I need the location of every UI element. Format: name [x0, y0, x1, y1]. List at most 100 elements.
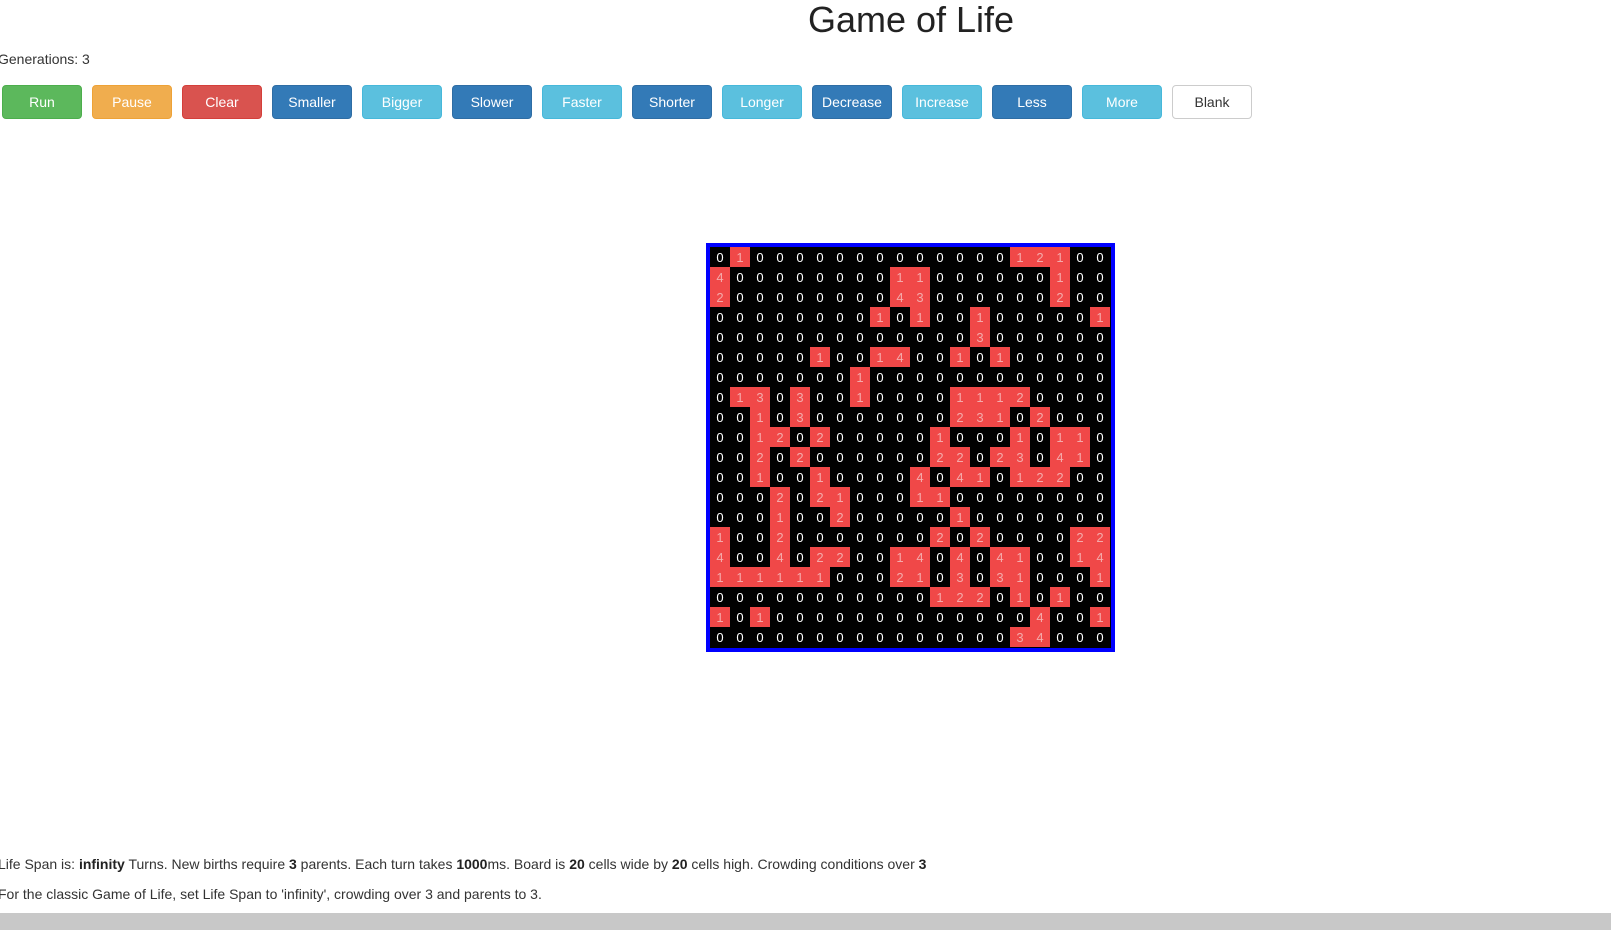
cell-dead[interactable]: 0 — [730, 347, 750, 367]
cell-dead[interactable]: 0 — [930, 287, 950, 307]
cell-dead[interactable]: 0 — [1010, 507, 1030, 527]
cell-dead[interactable]: 0 — [790, 527, 810, 547]
cell-alive[interactable]: 1 — [770, 507, 790, 527]
cell-dead[interactable]: 0 — [1070, 567, 1090, 587]
cell-dead[interactable]: 0 — [710, 447, 730, 467]
cell-dead[interactable]: 0 — [870, 607, 890, 627]
cell-dead[interactable]: 0 — [830, 327, 850, 347]
cell-alive[interactable]: 3 — [1010, 627, 1030, 647]
bigger-button[interactable]: Bigger — [362, 85, 442, 119]
cell-dead[interactable]: 0 — [1090, 507, 1110, 527]
cell-dead[interactable]: 0 — [990, 287, 1010, 307]
cell-alive[interactable]: 1 — [870, 307, 890, 327]
run-button[interactable]: Run — [2, 85, 82, 119]
cell-dead[interactable]: 0 — [730, 447, 750, 467]
cell-dead[interactable]: 0 — [870, 327, 890, 347]
cell-dead[interactable]: 0 — [970, 507, 990, 527]
cell-dead[interactable]: 0 — [1070, 247, 1090, 267]
cell-dead[interactable]: 0 — [870, 447, 890, 467]
cell-dead[interactable]: 0 — [750, 527, 770, 547]
cell-dead[interactable]: 0 — [790, 607, 810, 627]
cell-dead[interactable]: 0 — [790, 587, 810, 607]
cell-dead[interactable]: 0 — [730, 627, 750, 647]
cell-alive[interactable]: 1 — [890, 267, 910, 287]
cell-dead[interactable]: 0 — [830, 607, 850, 627]
cell-dead[interactable]: 0 — [750, 287, 770, 307]
cell-dead[interactable]: 0 — [910, 447, 930, 467]
cell-dead[interactable]: 0 — [850, 527, 870, 547]
cell-dead[interactable]: 0 — [790, 507, 810, 527]
cell-alive[interactable]: 1 — [810, 347, 830, 367]
cell-dead[interactable]: 0 — [950, 367, 970, 387]
cell-dead[interactable]: 0 — [970, 547, 990, 567]
cell-alive[interactable]: 1 — [990, 407, 1010, 427]
cell-dead[interactable]: 0 — [890, 407, 910, 427]
cell-alive[interactable]: 1 — [910, 487, 930, 507]
cell-dead[interactable]: 0 — [1050, 347, 1070, 367]
cell-dead[interactable]: 0 — [770, 307, 790, 327]
cell-dead[interactable]: 0 — [1010, 307, 1030, 327]
cell-alive[interactable]: 3 — [790, 407, 810, 427]
cell-alive[interactable]: 4 — [890, 347, 910, 367]
cell-dead[interactable]: 0 — [950, 487, 970, 507]
cell-dead[interactable]: 0 — [730, 307, 750, 327]
cell-dead[interactable]: 0 — [830, 447, 850, 467]
cell-dead[interactable]: 0 — [990, 327, 1010, 347]
cell-alive[interactable]: 3 — [790, 387, 810, 407]
cell-dead[interactable]: 0 — [1090, 327, 1110, 347]
cell-dead[interactable]: 0 — [910, 327, 930, 347]
cell-dead[interactable]: 0 — [870, 407, 890, 427]
cell-dead[interactable]: 0 — [770, 247, 790, 267]
cell-dead[interactable]: 0 — [730, 407, 750, 427]
cell-dead[interactable]: 0 — [1010, 527, 1030, 547]
blank-button[interactable]: Blank — [1172, 85, 1252, 119]
cell-dead[interactable]: 0 — [1030, 387, 1050, 407]
cell-alive[interactable]: 4 — [890, 287, 910, 307]
cell-dead[interactable]: 0 — [790, 547, 810, 567]
cell-dead[interactable]: 0 — [970, 627, 990, 647]
cell-alive[interactable]: 2 — [1030, 247, 1050, 267]
cell-dead[interactable]: 0 — [850, 407, 870, 427]
cell-dead[interactable]: 0 — [1090, 427, 1110, 447]
cell-dead[interactable]: 0 — [750, 327, 770, 347]
cell-alive[interactable]: 1 — [970, 467, 990, 487]
cell-dead[interactable]: 0 — [830, 347, 850, 367]
cell-dead[interactable]: 0 — [910, 387, 930, 407]
cell-alive[interactable]: 1 — [1010, 467, 1030, 487]
cell-dead[interactable]: 0 — [930, 407, 950, 427]
cell-dead[interactable]: 0 — [1030, 327, 1050, 347]
cell-dead[interactable]: 0 — [1070, 507, 1090, 527]
cell-dead[interactable]: 0 — [890, 587, 910, 607]
cell-dead[interactable]: 0 — [910, 527, 930, 547]
cell-dead[interactable]: 0 — [830, 387, 850, 407]
cell-dead[interactable]: 0 — [970, 247, 990, 267]
cell-dead[interactable]: 0 — [1050, 507, 1070, 527]
cell-dead[interactable]: 0 — [890, 467, 910, 487]
cell-dead[interactable]: 0 — [1030, 587, 1050, 607]
cell-dead[interactable]: 0 — [1070, 287, 1090, 307]
cell-dead[interactable]: 0 — [710, 247, 730, 267]
cell-dead[interactable]: 0 — [950, 247, 970, 267]
cell-alive[interactable]: 3 — [990, 567, 1010, 587]
cell-alive[interactable]: 1 — [870, 347, 890, 367]
cell-alive[interactable]: 1 — [1050, 267, 1070, 287]
cell-alive[interactable]: 2 — [810, 487, 830, 507]
increase-button[interactable]: Increase — [902, 85, 982, 119]
cell-alive[interactable]: 2 — [770, 487, 790, 507]
cell-alive[interactable]: 2 — [810, 547, 830, 567]
cell-alive[interactable]: 1 — [850, 387, 870, 407]
cell-dead[interactable]: 0 — [730, 267, 750, 287]
cell-dead[interactable]: 0 — [1090, 447, 1110, 467]
cell-dead[interactable]: 0 — [730, 327, 750, 347]
cell-alive[interactable]: 2 — [830, 507, 850, 527]
cell-alive[interactable]: 3 — [1010, 447, 1030, 467]
cell-dead[interactable]: 0 — [750, 347, 770, 367]
cell-alive[interactable]: 3 — [970, 407, 990, 427]
cell-dead[interactable]: 0 — [1090, 347, 1110, 367]
cell-dead[interactable]: 0 — [850, 247, 870, 267]
cell-dead[interactable]: 0 — [970, 487, 990, 507]
cell-alive[interactable]: 1 — [910, 567, 930, 587]
cell-alive[interactable]: 4 — [1030, 607, 1050, 627]
cell-dead[interactable]: 0 — [730, 607, 750, 627]
cell-dead[interactable]: 0 — [750, 587, 770, 607]
